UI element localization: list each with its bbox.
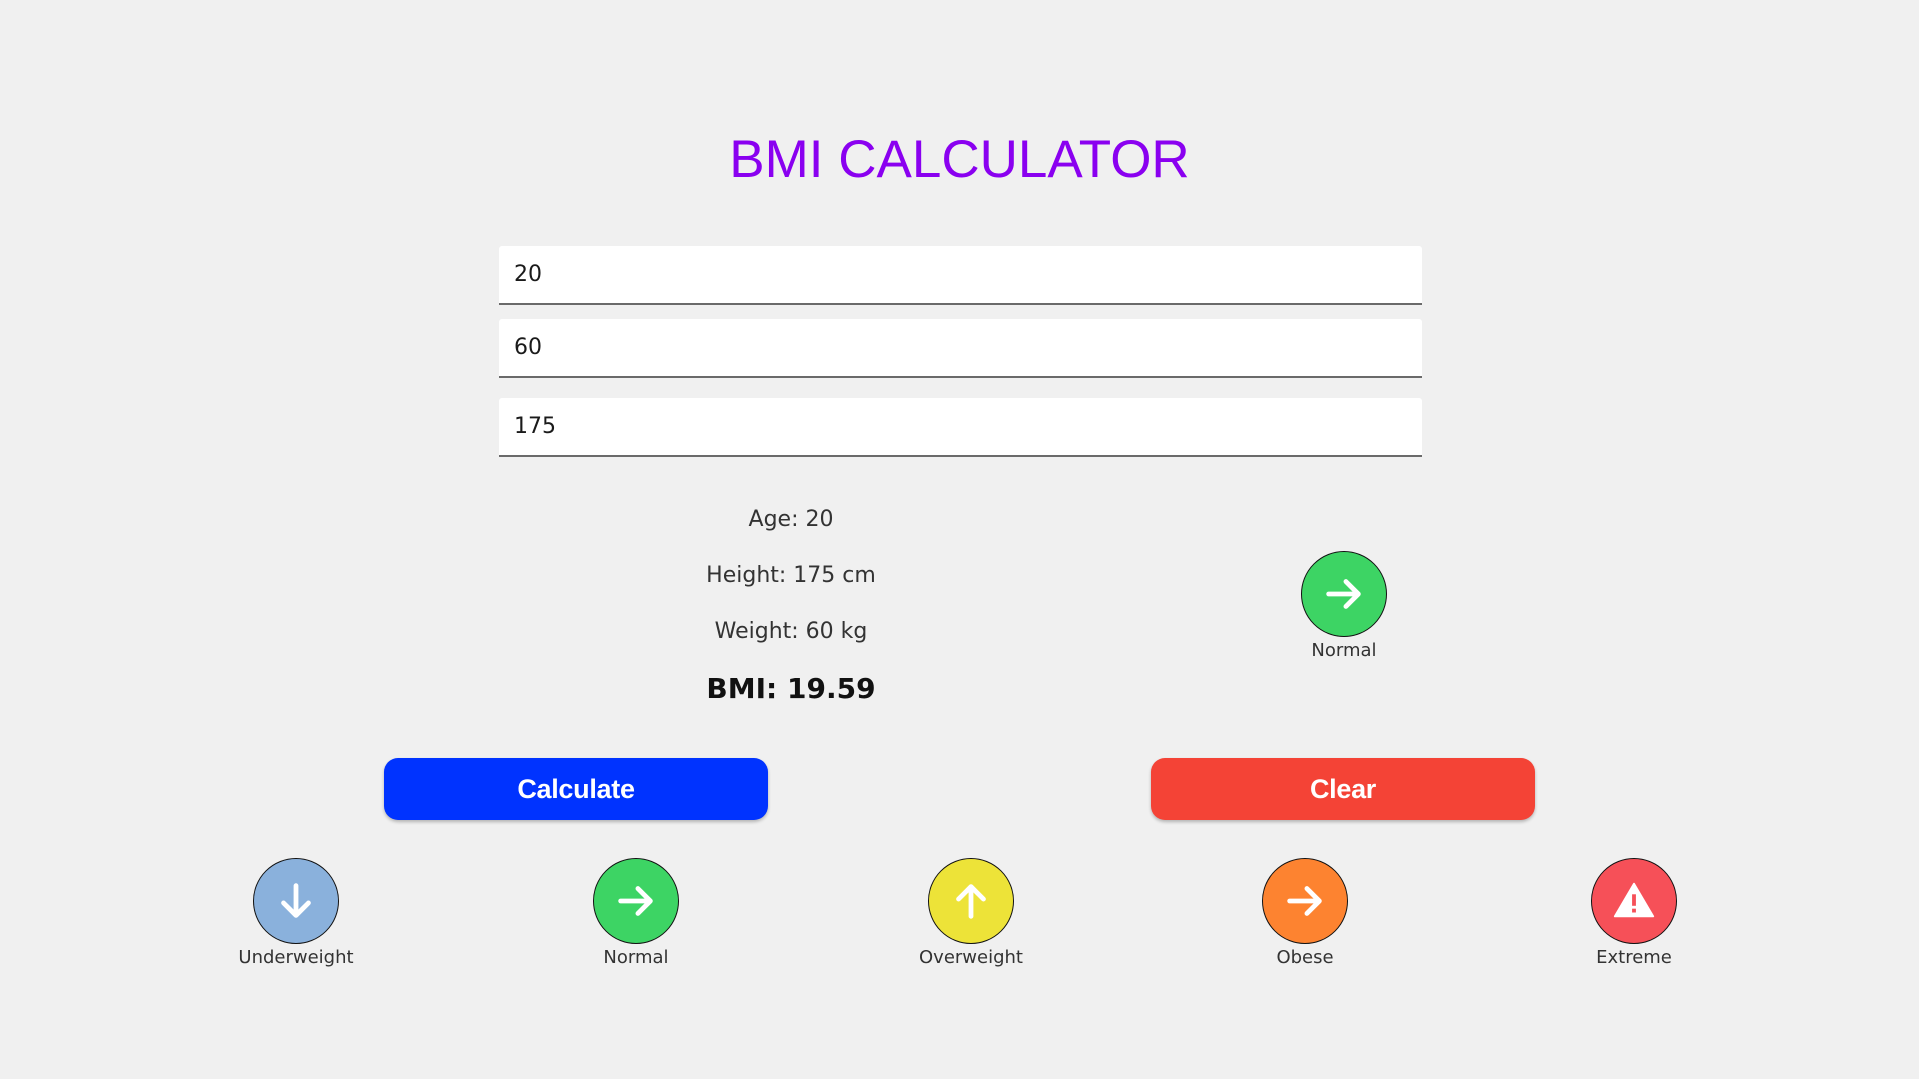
- bmi-result: BMI: 19.59: [706, 672, 876, 705]
- bmi-calculator-app: BMI CALCULATOR Age: 20 Height: 175 cm We…: [0, 0, 1919, 1079]
- legend-label: Overweight: [919, 947, 1023, 968]
- current-status-indicator: Normal: [1274, 551, 1414, 661]
- page-title: BMI CALCULATOR: [729, 130, 1190, 189]
- warning-icon: [1591, 858, 1677, 944]
- arrow-right-icon: [1301, 551, 1387, 637]
- current-status-label: Normal: [1311, 640, 1377, 661]
- legend-label: Extreme: [1596, 947, 1672, 968]
- legend-label: Obese: [1276, 947, 1334, 968]
- clear-button[interactable]: Clear: [1151, 758, 1535, 820]
- weight-result: Weight: 60 kg: [714, 619, 868, 644]
- legend-label: Normal: [603, 947, 669, 968]
- legend-item-obese: Obese: [1235, 858, 1375, 968]
- arrow-down-icon: [253, 858, 339, 944]
- arrow-right-icon: [1262, 858, 1348, 944]
- legend-item-normal: Normal: [566, 858, 706, 968]
- legend-label: Underweight: [238, 947, 354, 968]
- height-result: Height: 175 cm: [706, 563, 876, 588]
- age-result: Age: 20: [748, 507, 834, 532]
- legend-item-overweight: Overweight: [901, 858, 1041, 968]
- legend-item-extreme: Extreme: [1564, 858, 1704, 968]
- legend-item-underweight: Underweight: [226, 858, 366, 968]
- arrow-right-icon: [593, 858, 679, 944]
- age-input[interactable]: [499, 246, 1422, 305]
- arrow-up-icon: [928, 858, 1014, 944]
- calculate-button[interactable]: Calculate: [384, 758, 768, 820]
- height-input[interactable]: [499, 398, 1422, 457]
- weight-input[interactable]: [499, 319, 1422, 378]
